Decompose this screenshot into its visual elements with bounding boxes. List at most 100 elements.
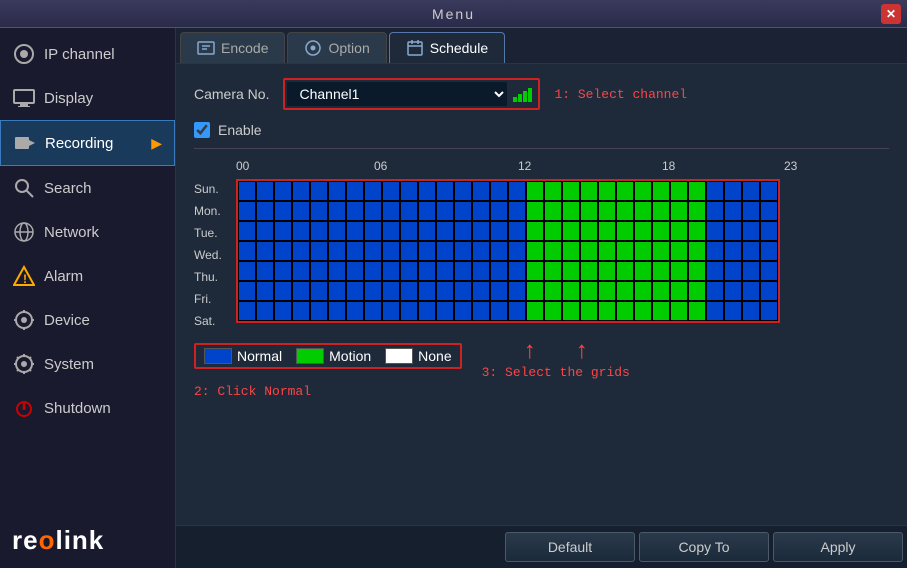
grid-cell[interactable] <box>436 181 454 201</box>
grid-cell[interactable] <box>598 201 616 221</box>
grid-cell[interactable] <box>274 261 292 281</box>
grid-cell[interactable] <box>472 221 490 241</box>
grid-cell[interactable] <box>382 201 400 221</box>
grid-cell[interactable] <box>544 181 562 201</box>
grid-cell[interactable] <box>724 261 742 281</box>
grid-cell[interactable] <box>400 181 418 201</box>
grid-cell[interactable] <box>490 221 508 241</box>
sidebar-item-ip-channel[interactable]: IP channel <box>0 32 175 76</box>
grid-cell[interactable] <box>562 221 580 241</box>
sidebar-item-network[interactable]: Network <box>0 210 175 254</box>
grid-cell[interactable] <box>616 241 634 261</box>
grid-cell[interactable] <box>526 301 544 321</box>
grid-cell[interactable] <box>256 181 274 201</box>
grid-cell[interactable] <box>616 301 634 321</box>
grid-cell[interactable] <box>238 301 256 321</box>
grid-cell[interactable] <box>310 201 328 221</box>
grid-cell[interactable] <box>436 201 454 221</box>
apply-button[interactable]: Apply <box>773 532 903 562</box>
grid-cell[interactable] <box>418 301 436 321</box>
grid-cell[interactable] <box>472 181 490 201</box>
grid-cell[interactable] <box>436 281 454 301</box>
grid-cell[interactable] <box>292 241 310 261</box>
grid-cell[interactable] <box>346 241 364 261</box>
grid-cell[interactable] <box>310 301 328 321</box>
grid-cell[interactable] <box>364 301 382 321</box>
grid-cell[interactable] <box>724 221 742 241</box>
grid-cell[interactable] <box>364 261 382 281</box>
grid-cell[interactable] <box>760 281 778 301</box>
grid-cell[interactable] <box>454 301 472 321</box>
grid-cell[interactable] <box>760 201 778 221</box>
grid-cell[interactable] <box>562 201 580 221</box>
grid-cell[interactable] <box>364 281 382 301</box>
grid-cell[interactable] <box>742 181 760 201</box>
grid-cell[interactable] <box>580 221 598 241</box>
grid-cell[interactable] <box>274 221 292 241</box>
grid-cell[interactable] <box>742 241 760 261</box>
grid-cell[interactable] <box>346 281 364 301</box>
grid-cell[interactable] <box>706 301 724 321</box>
grid-cell[interactable] <box>292 261 310 281</box>
grid-cell[interactable] <box>634 181 652 201</box>
grid-cell[interactable] <box>670 261 688 281</box>
grid-cell[interactable] <box>490 181 508 201</box>
grid-cell[interactable] <box>580 181 598 201</box>
grid-cell[interactable] <box>670 301 688 321</box>
grid-cell[interactable] <box>544 201 562 221</box>
grid-cell[interactable] <box>400 261 418 281</box>
grid-cell[interactable] <box>580 261 598 281</box>
grid-cell[interactable] <box>706 201 724 221</box>
grid-cell[interactable] <box>238 221 256 241</box>
grid-cell[interactable] <box>436 241 454 261</box>
grid-cell[interactable] <box>328 241 346 261</box>
grid-cell[interactable] <box>760 241 778 261</box>
grid-cell[interactable] <box>760 261 778 281</box>
grid-cell[interactable] <box>310 181 328 201</box>
grid-cell[interactable] <box>472 241 490 261</box>
enable-checkbox[interactable] <box>194 122 210 138</box>
grid-cell[interactable] <box>706 281 724 301</box>
grid-cell[interactable] <box>454 181 472 201</box>
grid-cell[interactable] <box>526 281 544 301</box>
grid-cell[interactable] <box>472 261 490 281</box>
grid-cell[interactable] <box>364 221 382 241</box>
grid-cell[interactable] <box>292 181 310 201</box>
grid-cell[interactable] <box>400 221 418 241</box>
grid-cell[interactable] <box>508 301 526 321</box>
grid-cell[interactable] <box>490 241 508 261</box>
grid-cell[interactable] <box>544 261 562 281</box>
grid-cell[interactable] <box>598 241 616 261</box>
grid-cell[interactable] <box>562 261 580 281</box>
grid-cell[interactable] <box>472 201 490 221</box>
grid-cell[interactable] <box>688 261 706 281</box>
grid-cell[interactable] <box>508 221 526 241</box>
grid-cell[interactable] <box>238 261 256 281</box>
grid-cell[interactable] <box>274 181 292 201</box>
grid-cell[interactable] <box>256 301 274 321</box>
grid-cell[interactable] <box>292 281 310 301</box>
tab-option[interactable]: Option <box>287 32 386 63</box>
grid-cell[interactable] <box>400 281 418 301</box>
grid-cell[interactable] <box>616 281 634 301</box>
default-button[interactable]: Default <box>505 532 635 562</box>
grid-cell[interactable] <box>256 201 274 221</box>
grid-cell[interactable] <box>364 201 382 221</box>
grid-cell[interactable] <box>760 301 778 321</box>
grid-cell[interactable] <box>688 241 706 261</box>
grid-cell[interactable] <box>274 241 292 261</box>
grid-cell[interactable] <box>706 221 724 241</box>
grid-cell[interactable] <box>490 301 508 321</box>
grid-cell[interactable] <box>724 181 742 201</box>
grid-cell[interactable] <box>400 201 418 221</box>
grid-cell[interactable] <box>634 241 652 261</box>
grid-cell[interactable] <box>382 301 400 321</box>
grid-cell[interactable] <box>562 181 580 201</box>
grid-cell[interactable] <box>436 261 454 281</box>
grid-cell[interactable] <box>616 261 634 281</box>
grid-cell[interactable] <box>706 181 724 201</box>
sidebar-item-system[interactable]: System <box>0 342 175 386</box>
grid-cell[interactable] <box>526 221 544 241</box>
grid-cell[interactable] <box>508 281 526 301</box>
grid-cell[interactable] <box>724 241 742 261</box>
